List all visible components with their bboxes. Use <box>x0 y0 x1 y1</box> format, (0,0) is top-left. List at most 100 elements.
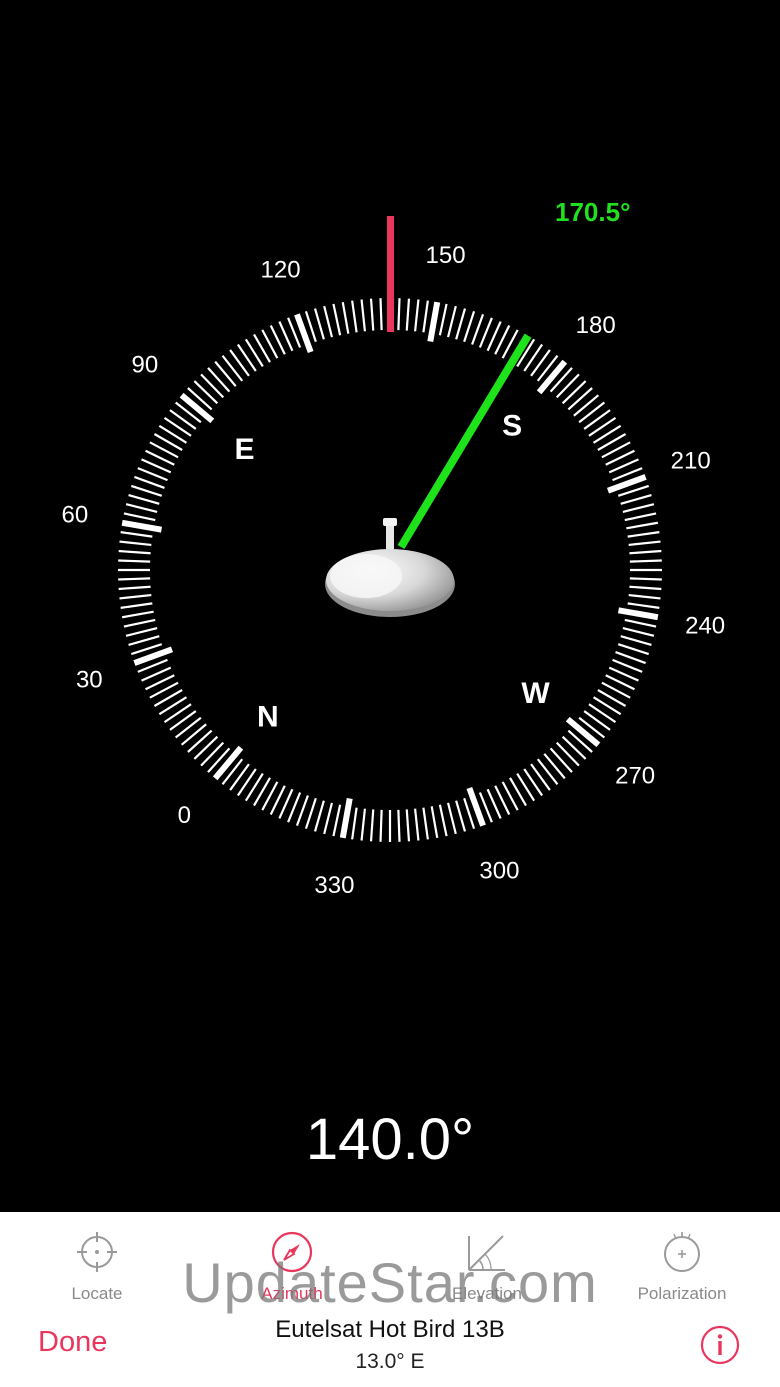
cardinal-W: W <box>521 677 550 710</box>
tab-polarization[interactable]: Polarization <box>597 1220 767 1310</box>
minor-tick <box>123 618 156 628</box>
minor-tick <box>624 512 657 522</box>
minor-tick <box>221 354 244 382</box>
minor-tick <box>119 593 152 600</box>
minor-tick <box>617 643 650 656</box>
minor-tick <box>629 549 662 555</box>
minor-tick <box>193 380 219 405</box>
dial-label-150: 150 <box>426 242 466 269</box>
minor-tick <box>128 493 160 505</box>
minor-tick <box>236 343 257 372</box>
minor-tick <box>323 305 334 338</box>
minor-tick <box>295 795 309 826</box>
satellite-name: Eutelsat Hot Bird 13B <box>275 1316 505 1343</box>
minor-tick <box>543 753 566 780</box>
minor-tick <box>549 747 573 773</box>
minor-tick <box>207 367 231 393</box>
crosshair-icon <box>77 1232 117 1272</box>
major-tick <box>212 745 244 781</box>
minor-tick <box>118 559 151 563</box>
minor-tick <box>379 298 383 331</box>
minor-tick <box>332 303 342 336</box>
minor-tick <box>627 531 660 538</box>
minor-tick <box>351 300 358 333</box>
minor-tick <box>588 703 617 724</box>
minor-tick <box>446 802 457 835</box>
minor-tick <box>471 314 485 345</box>
minor-tick <box>125 626 158 637</box>
device-heading-readout: 140.0° <box>305 1107 475 1172</box>
minor-tick <box>214 360 237 387</box>
major-tick <box>565 716 601 748</box>
minor-tick <box>174 716 202 739</box>
dial-label-180: 180 <box>576 312 616 339</box>
minor-tick <box>629 559 662 563</box>
minor-tick <box>622 626 655 637</box>
minor-tick <box>615 651 646 665</box>
minor-tick <box>405 298 411 331</box>
dial-label-90: 90 <box>132 351 159 378</box>
minor-tick <box>187 729 213 753</box>
heading-marker <box>387 216 394 332</box>
minor-tick <box>405 809 411 842</box>
minor-tick <box>561 380 587 405</box>
satellite-position: 13.0° E <box>355 1350 425 1373</box>
minor-tick <box>236 768 257 797</box>
major-tick <box>536 359 568 395</box>
cardinal-E: E <box>234 433 254 466</box>
minor-tick <box>583 409 611 430</box>
minor-tick <box>313 800 325 832</box>
minor-tick <box>620 493 652 505</box>
dial-label-300: 300 <box>479 858 519 885</box>
minor-tick <box>413 808 420 841</box>
compass-icon <box>271 1231 313 1273</box>
tab-azimuth-label: Azimuth <box>261 1284 323 1303</box>
minor-tick <box>628 540 661 547</box>
minor-tick <box>200 373 225 399</box>
tab-azimuth[interactable]: Azimuth <box>207 1220 377 1310</box>
minor-tick <box>360 299 367 332</box>
minor-tick <box>369 298 375 331</box>
minor-tick <box>313 308 325 340</box>
minor-tick <box>369 809 375 842</box>
minor-tick <box>125 503 158 514</box>
cardinal-N: N <box>257 701 279 734</box>
tab-elevation-label: Elevation <box>452 1284 522 1303</box>
minor-tick <box>530 349 551 377</box>
minor-tick <box>123 512 156 522</box>
minor-tick <box>422 807 429 840</box>
minor-tick <box>120 602 153 609</box>
dial-label-330: 330 <box>314 872 354 899</box>
minor-tick <box>430 806 439 839</box>
minor-tick <box>624 618 657 628</box>
minor-tick <box>304 797 317 830</box>
minor-tick <box>620 635 652 647</box>
minor-tick <box>578 401 606 424</box>
major-tick <box>339 797 353 839</box>
info-icon[interactable] <box>700 1325 740 1365</box>
minor-tick <box>629 585 662 591</box>
minor-tick <box>134 475 165 489</box>
dial-label-240: 240 <box>685 613 725 640</box>
tab-locate[interactable]: Locate <box>12 1220 182 1310</box>
minor-tick <box>130 484 163 497</box>
minor-tick <box>193 735 219 760</box>
minor-tick <box>627 602 660 609</box>
minor-tick <box>229 349 250 377</box>
tab-elevation[interactable]: Elevation <box>402 1220 572 1310</box>
tab-locate-label: Locate <box>71 1284 123 1303</box>
minor-tick <box>446 305 457 338</box>
minor-tick <box>397 298 401 331</box>
minor-tick <box>379 809 383 842</box>
minor-tick <box>629 577 662 581</box>
compass-dial: 0 30 60 90 120 150 180 210 240 270 300 330 N E S W 170… <box>62 197 726 899</box>
minor-tick <box>169 409 197 430</box>
minor-tick <box>200 741 225 767</box>
minor-tick <box>567 387 593 411</box>
dial-label-210: 210 <box>671 448 711 475</box>
minor-tick <box>229 763 250 791</box>
minor-tick <box>180 723 207 746</box>
major-tick <box>427 301 441 343</box>
minor-tick <box>332 804 342 837</box>
dial-label-0: 0 <box>178 802 191 829</box>
